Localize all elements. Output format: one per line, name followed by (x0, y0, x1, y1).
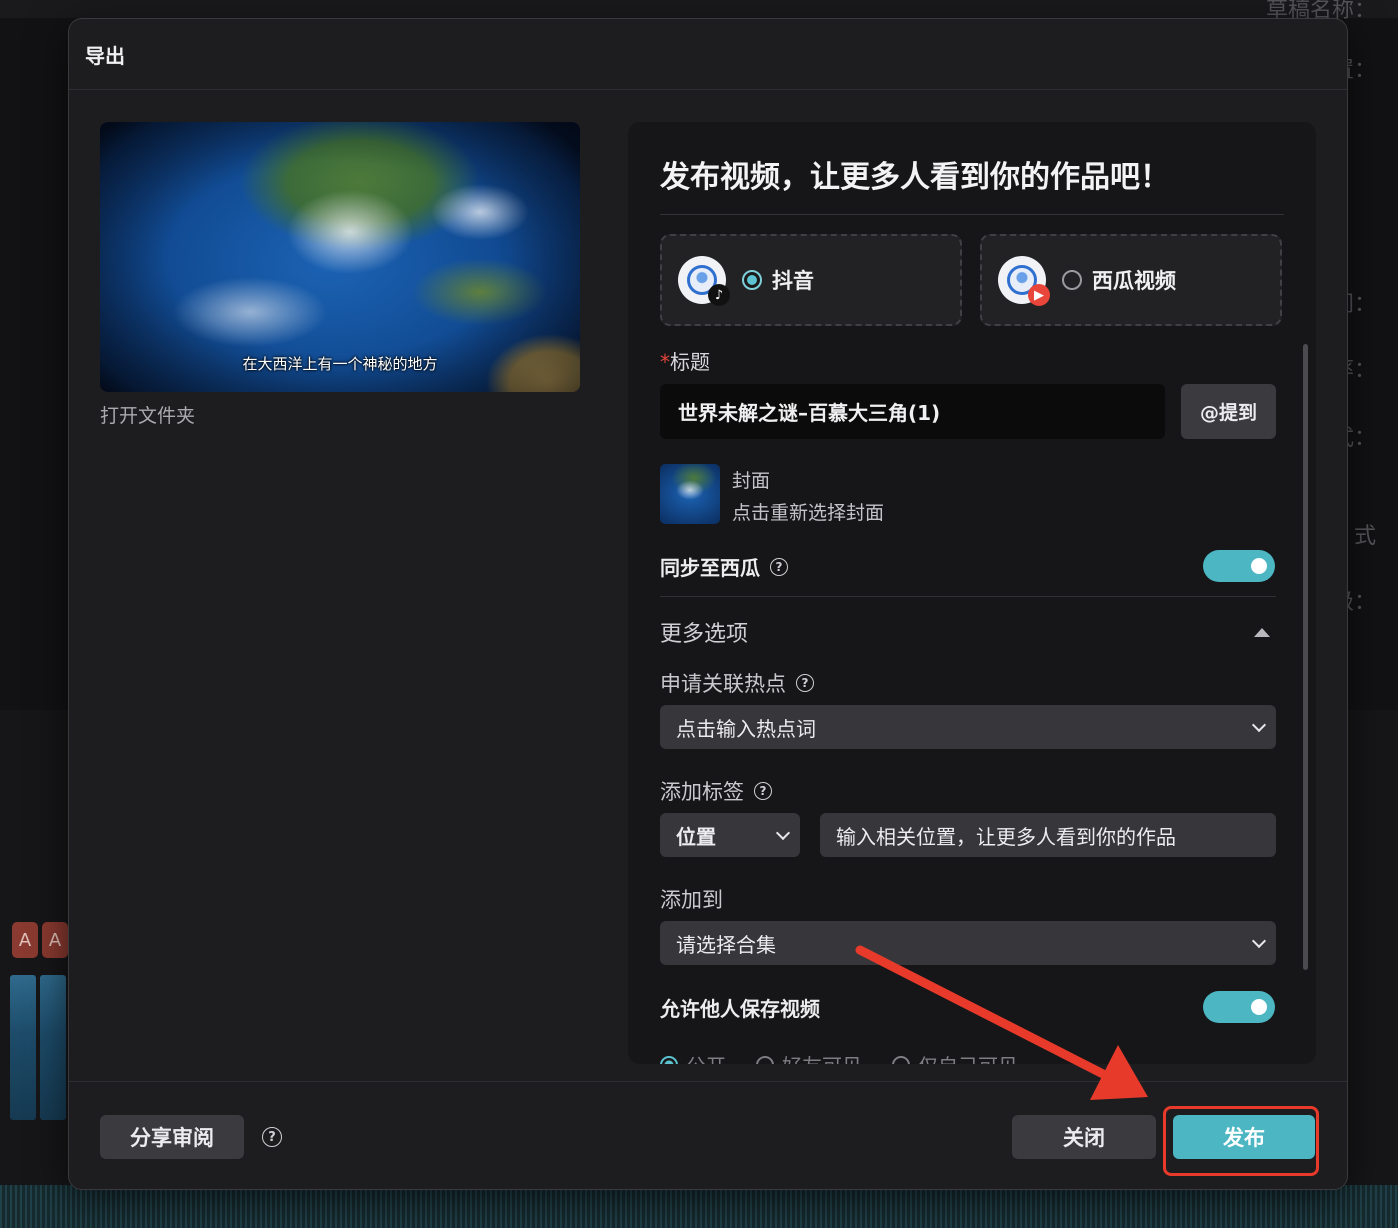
sync-xigua-row: 同步至西瓜 ? (660, 552, 788, 581)
visibility-label: 公开 (686, 1050, 726, 1064)
sync-xigua-toggle[interactable] (1203, 550, 1275, 582)
open-folder-link[interactable]: 打开文件夹 (100, 401, 195, 428)
share-review-button[interactable]: 分享审阅 (100, 1115, 244, 1159)
chevron-down-icon (1251, 717, 1267, 733)
add-to-row: 添加到 (660, 884, 723, 914)
platform-option-douyin[interactable]: ♪ 抖音 (660, 234, 962, 326)
tags-row: 添加标签 ? (660, 776, 772, 806)
help-icon[interactable]: ? (262, 1127, 282, 1147)
location-input[interactable]: 输入相关位置，让更多人看到你的作品 (820, 813, 1276, 857)
platform-label: 抖音 (772, 269, 814, 293)
bg-audio-waveform (0, 1185, 1398, 1228)
title-input[interactable]: 世界未解之谜–百慕大三角(1) (660, 384, 1165, 439)
tag-type-value: 位置 (676, 824, 716, 849)
visibility-label: 仅自己可见 (918, 1050, 1018, 1064)
bg-text-track-tag: A (42, 922, 68, 958)
platform-option-xigua[interactable]: ▶ 西瓜视频 (980, 234, 1282, 326)
chevron-up-icon[interactable] (1254, 628, 1270, 637)
export-dialog: 导出 在大西洋上有一个神秘的地方 打开文件夹 发布视频，让更多人看到你的作品吧！… (68, 18, 1348, 1190)
close-button[interactable]: 关闭 (1012, 1115, 1156, 1159)
publish-highlight-annotation (1163, 1106, 1319, 1176)
publish-panel: 发布视频，让更多人看到你的作品吧！ ♪ 抖音 ▶ 西瓜视频 *标题 世界未解之谜… (628, 122, 1316, 1064)
required-mark: * (660, 350, 670, 374)
visibility-label: 好友可见 (782, 1050, 862, 1064)
title-label-text: 标题 (670, 350, 710, 374)
help-icon[interactable]: ? (770, 557, 788, 576)
video-preview[interactable]: 在大西洋上有一个神秘的地方 (100, 122, 580, 392)
radio-icon (892, 1055, 910, 1064)
mention-button[interactable]: @提到 (1181, 384, 1276, 439)
cover-label: 封面 (732, 470, 771, 492)
dialog-title: 导出 (85, 43, 125, 68)
allow-save-toggle[interactable] (1203, 991, 1275, 1023)
douyin-radio[interactable] (742, 270, 762, 290)
hotspot-placeholder: 点击输入热点词 (676, 716, 816, 741)
allow-save-row: 允许他人保存视频 (660, 993, 820, 1022)
dialog-footer: 分享审阅 ? 关闭 发布 (69, 1081, 1347, 1189)
preview-subtitle: 在大西洋上有一个神秘的地方 (242, 355, 438, 373)
title-label: *标题 (660, 346, 710, 375)
hotspot-label: 申请关联热点 (660, 672, 786, 696)
xigua-radio[interactable] (1062, 270, 1082, 290)
help-icon[interactable]: ? (754, 782, 772, 800)
cover-reselect-link[interactable]: 点击重新选择封面 (732, 498, 884, 525)
bg-video-strip (40, 975, 66, 1120)
radio-icon (756, 1055, 774, 1064)
tag-type-select[interactable]: 位置 (660, 813, 800, 857)
hotspot-select[interactable]: 点击输入热点词 (660, 705, 1276, 749)
sync-xigua-label: 同步至西瓜 (660, 556, 760, 580)
location-placeholder: 输入相关位置，让更多人看到你的作品 (836, 824, 1176, 849)
radio-icon (660, 1055, 678, 1064)
options-divider (660, 596, 1276, 597)
tags-label: 添加标签 (660, 780, 744, 804)
visibility-options: 公开 好友可见 仅自己可见 (660, 1050, 1018, 1064)
cover-thumbnail[interactable] (660, 464, 720, 524)
douyin-icon: ♪ (708, 284, 730, 306)
bg-editor-topbar (0, 0, 1398, 18)
more-options-label[interactable]: 更多选项 (660, 616, 748, 648)
heading-divider (660, 214, 1284, 215)
xigua-icon: ▶ (1028, 284, 1050, 306)
avatar-icon: ♪ (678, 256, 730, 306)
panel-scrollbar[interactable] (1303, 344, 1308, 970)
help-icon[interactable]: ? (796, 674, 814, 692)
chevron-down-icon (1251, 933, 1267, 949)
chevron-down-icon (775, 825, 791, 841)
hotspot-row: 申请关联热点 ? (660, 668, 814, 698)
collection-select[interactable]: 请选择合集 (660, 921, 1276, 965)
publish-heading: 发布视频，让更多人看到你的作品吧！ (660, 160, 1170, 195)
visibility-friends[interactable]: 好友可见 (756, 1050, 862, 1064)
bg-text-track-tag: A (12, 922, 38, 958)
visibility-public[interactable]: 公开 (660, 1050, 726, 1064)
platform-label: 西瓜视频 (1092, 269, 1176, 293)
dialog-header: 导出 (69, 19, 1347, 90)
add-to-label: 添加到 (660, 888, 723, 912)
bg-style-label: 式 (1353, 524, 1376, 549)
preview-vignette (100, 122, 580, 392)
avatar-icon: ▶ (998, 256, 1050, 306)
allow-save-label: 允许他人保存视频 (660, 997, 820, 1021)
visibility-private[interactable]: 仅自己可见 (892, 1050, 1018, 1064)
bg-video-strip (10, 975, 36, 1120)
collection-placeholder: 请选择合集 (676, 932, 776, 957)
